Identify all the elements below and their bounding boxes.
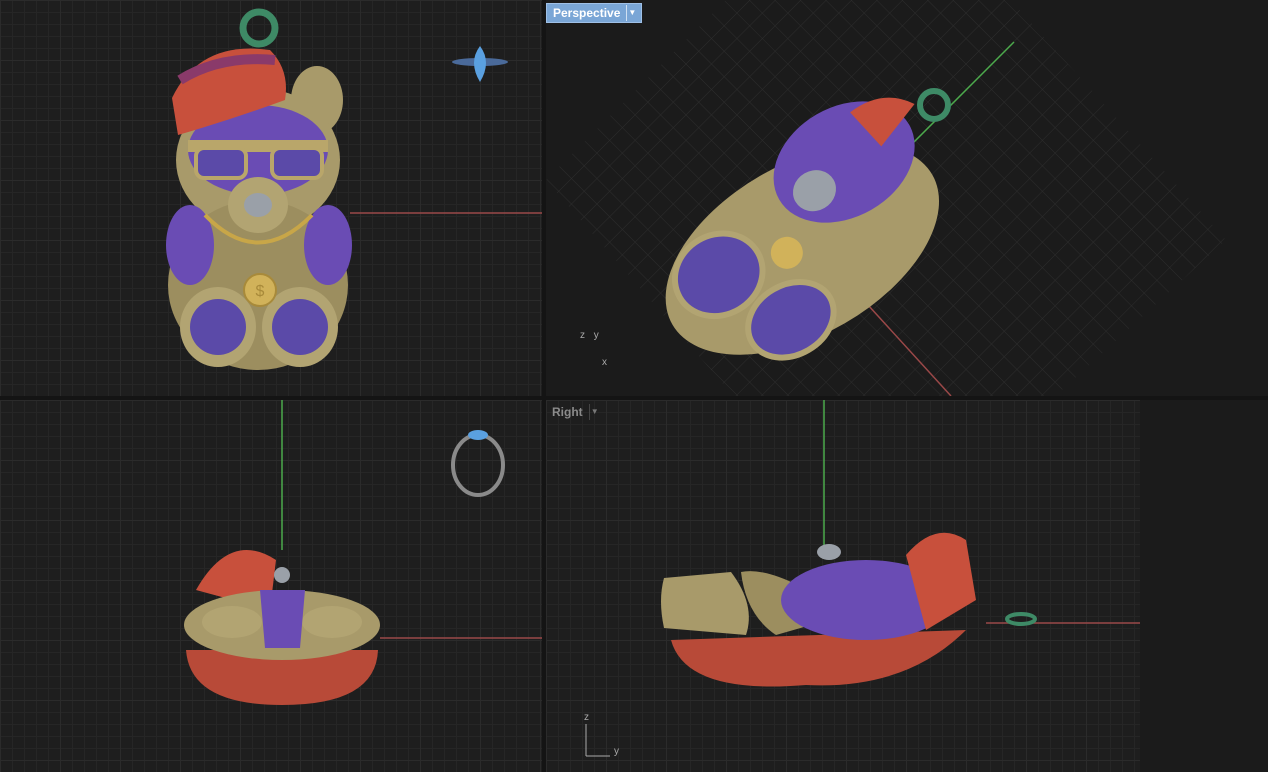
viewport-perspective[interactable]: Perspective ▼ z y x: [546, 0, 1268, 396]
caret-down-icon[interactable]: ▼: [626, 5, 637, 21]
axis-widget-right: z y: [580, 712, 620, 763]
axis-widget-perspective: z y x: [580, 330, 607, 368]
front-view-canvas: [184, 400, 542, 705]
viewport-right[interactable]: Right ▼ z y: [546, 400, 1140, 772]
viewport-label-right[interactable]: Right ▼: [546, 403, 604, 421]
viewport-divider-vertical[interactable]: [542, 0, 546, 772]
viewport-divider-horizontal[interactable]: [0, 396, 1268, 400]
caret-down-icon[interactable]: ▼: [588, 404, 600, 420]
svg-text:$: $: [256, 283, 265, 300]
perspective-view-canvas: [546, 0, 1226, 396]
viewport-front[interactable]: [0, 400, 542, 772]
top-view-canvas: $: [166, 8, 542, 370]
viewport-label-perspective[interactable]: Perspective ▼: [546, 3, 643, 23]
bear-pendant-front: [184, 550, 380, 705]
axis-y-label: y: [593, 330, 599, 341]
ring-icon: [451, 430, 505, 497]
viewport-label-text: Right: [552, 405, 583, 419]
right-view-canvas: [661, 400, 1140, 687]
viewport-blank-area: [1140, 400, 1268, 772]
bail-loop: [239, 8, 279, 48]
viewport-label-text: Perspective: [553, 6, 621, 20]
bear-pendant-top: $: [166, 48, 352, 370]
viewport-top[interactable]: $: [0, 0, 542, 396]
axis-z-label: z: [584, 712, 589, 723]
axis-y-label: y: [614, 746, 619, 757]
axis-z-label: z: [580, 330, 585, 341]
axis-x-label: x: [602, 357, 607, 368]
bear-pendant-right: [661, 532, 1037, 687]
ring-icon: [452, 46, 508, 82]
